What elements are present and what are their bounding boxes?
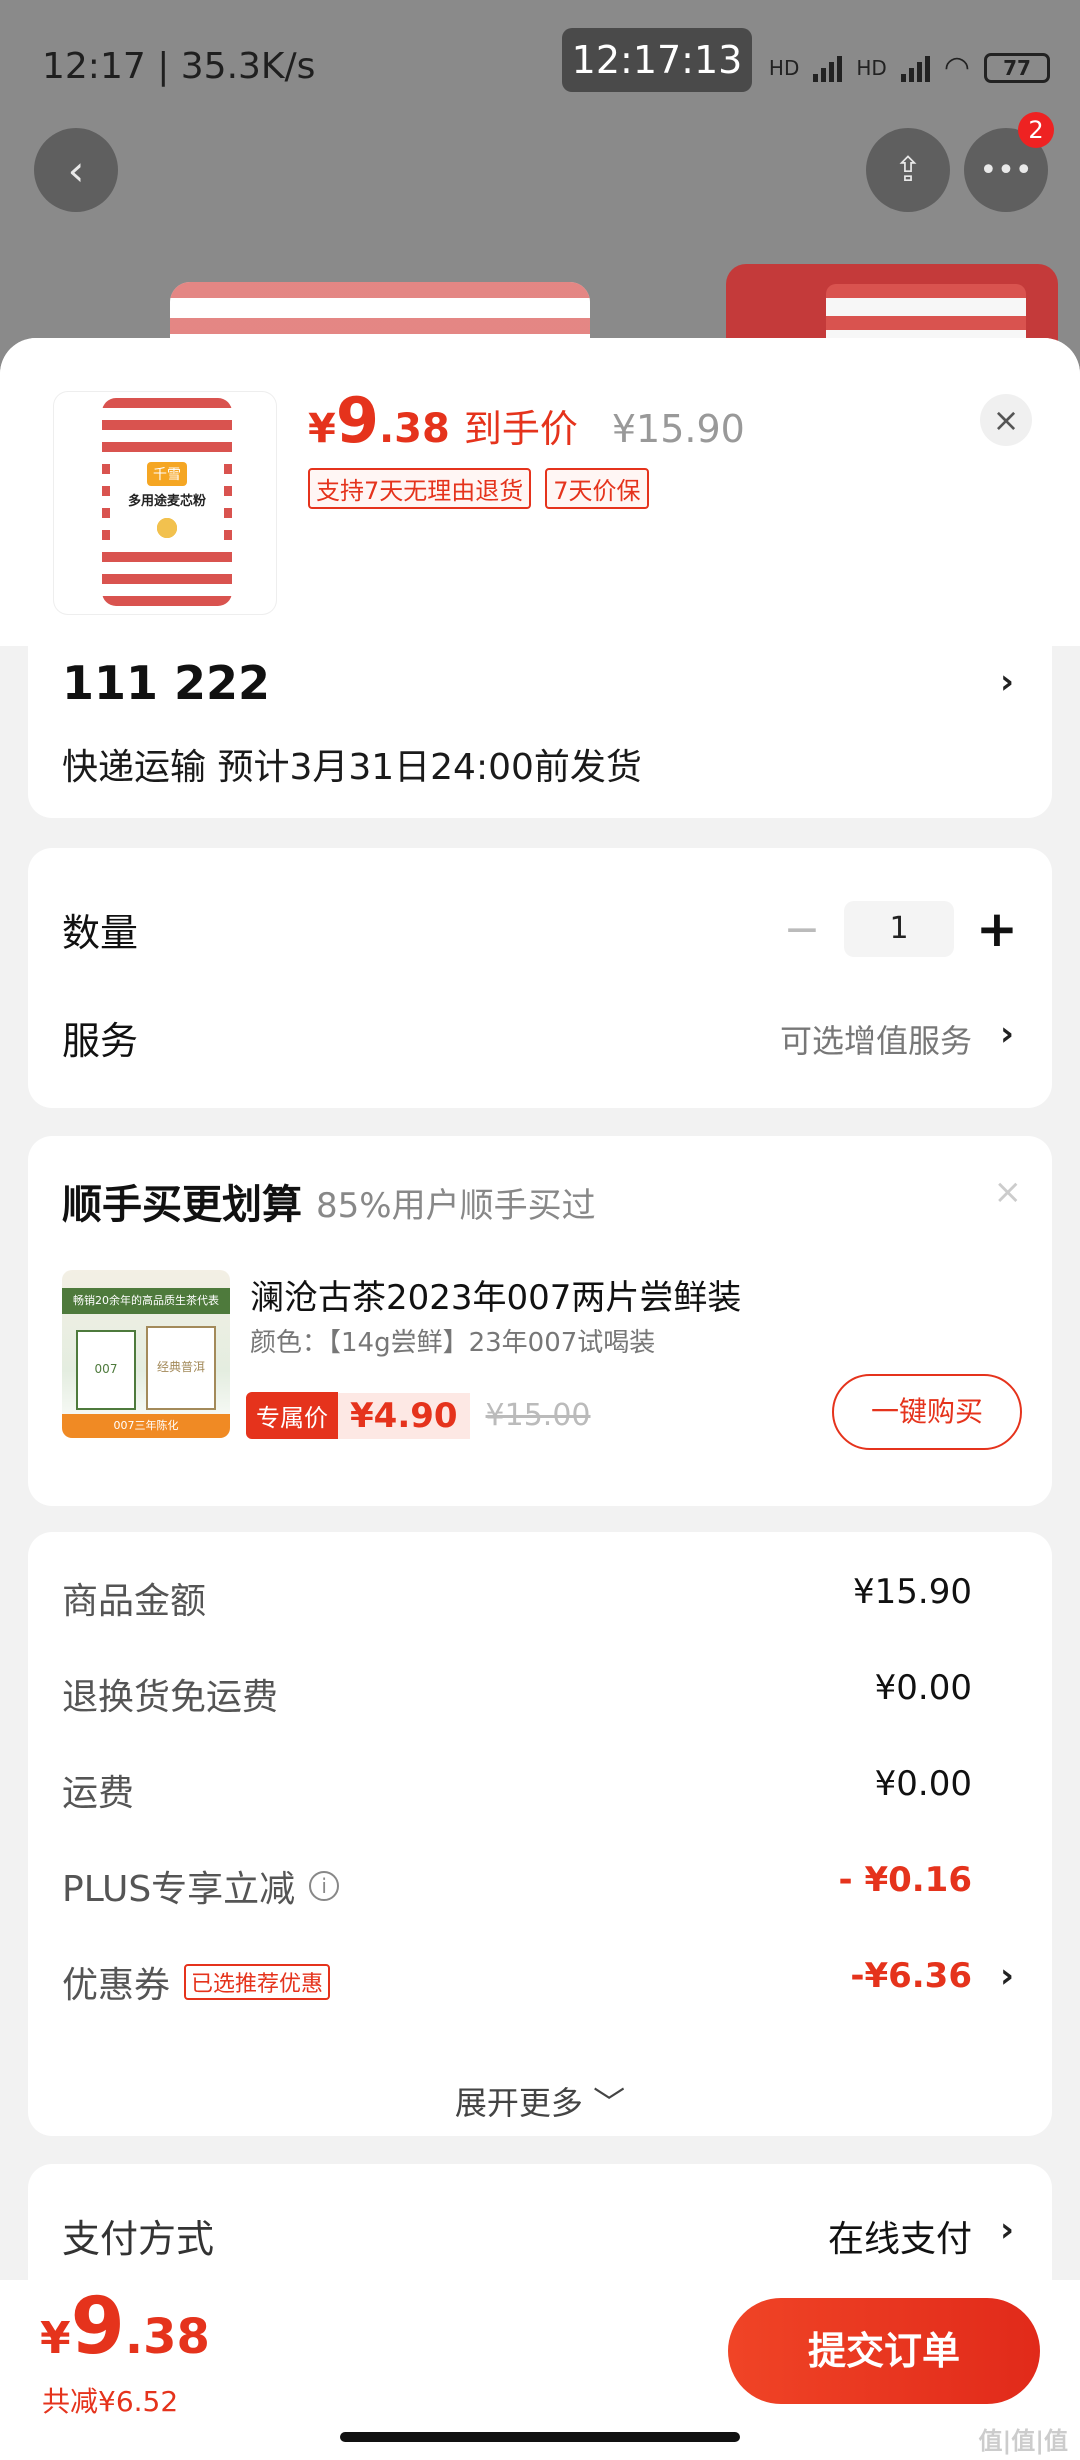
total-saved: 共减¥6.52 [42,2385,179,2418]
summary-value: -¥6.36 [850,1956,972,1996]
upsell-img-bottom: 007三年陈化 [62,1414,230,1438]
upsell-img-strip: 畅销20余年的高品质生茶代表 [62,1288,230,1314]
quantity-label: 数量 [62,911,139,955]
flour-bag-icon: 千雪 多用途麦芯粉 [102,398,232,606]
order-sheet: 千雪 多用途麦芯粉 ¥ 9 .38 到手价 ¥15.90 支持7天无理由退货 7… [0,338,1080,2460]
tag-price-protect: 7天价保 [545,468,649,509]
battery-icon: 77 [984,52,1050,83]
summary-row: 商品金额 ¥15.90 [62,1564,1018,1624]
info-icon[interactable]: i [309,1871,340,1901]
chevron-right-icon[interactable]: › [1000,1014,1014,1054]
upsell-subtitle: 85%用户顺手买过 [316,1186,596,1226]
quantity-stepper: − 1 + [782,900,1018,958]
brand-logo: 千雪 [147,462,187,486]
decrement-button[interactable]: − [782,904,822,955]
more-button[interactable]: ••• 2 [964,112,1054,212]
status-time-speed: 12:17 | 35.3K/s [42,46,316,87]
original-price: ¥15.90 [611,407,745,451]
quantity-input[interactable]: 1 [844,901,954,957]
upsell-original-price: ¥15.00 [485,1398,591,1433]
tea-box-icon: 007 [76,1330,136,1410]
status-icons: HD HD ◠ 77 [769,50,1050,85]
chevron-left-icon: ‹ [67,145,85,195]
payment-label: 支付方式 [62,2217,215,2261]
price-currency: ¥ [308,406,336,452]
shipping-info: 快递运输 预计3月31日24:00前发货 [62,747,642,788]
bag-name: 多用途麦芯粉 [127,494,206,509]
share-icon: ⇪ [893,150,923,190]
bottom-bar: ¥ 9 .38 共减¥6.52 提交订单 值|值|值 [0,2280,1080,2460]
summary-value: ¥15.90 [853,1572,972,1612]
summary-value: ¥0.00 [874,1668,972,1708]
summary-key: 运费 [62,1773,135,1814]
quantity-service-card: 数量 − 1 + 服务 可选增值服务 › [28,848,1052,1108]
tea-box-icon: 经典普洱 [146,1326,216,1410]
more-icon: ••• [979,152,1033,188]
submit-order-button[interactable]: 提交订单 [728,2298,1040,2404]
summary-key: 优惠券 已选推荐优惠 [62,1956,331,2008]
total-decimal: .38 [124,2309,210,2365]
exclusive-price-flag: 专属价 [246,1392,338,1439]
total-integer: 9 [70,2282,125,2372]
summary-row-plus: PLUS专享立减 i - ¥0.16 [62,1852,1018,1912]
summary-row: 退换货免运费 ¥0.00 [62,1660,1018,1720]
one-click-buy-button[interactable]: 一键购买 [832,1374,1022,1450]
close-button[interactable]: × [980,394,1032,446]
tea-box-label-2: 经典普洱 [156,1360,205,1374]
summary-value: ¥0.00 [874,1764,972,1804]
address-name: 111 222 [62,656,271,710]
signal-icon [813,54,843,82]
upsell-close-icon[interactable]: × [994,1172,1023,1212]
upsell-price-value: ¥4.90 [338,1392,470,1439]
back-button[interactable]: ‹ [34,128,118,212]
tea-box-label: 007 [94,1362,118,1376]
upsell-title: 顺手买更划算 [62,1182,302,1228]
status-clock: 12:17:13 [562,28,752,92]
summary-key: PLUS专享立减 i [62,1860,340,1912]
address-card[interactable]: 111 222 快递运输 预计3月31日24:00前发货 › [28,628,1052,818]
wifi-icon: ◠ [943,50,970,85]
total-currency: ¥ [40,2313,71,2364]
product-image[interactable]: 千雪 多用途麦芯粉 [54,392,276,614]
chevron-right-icon: › [999,2210,1014,2250]
hd-label-2: HD [856,55,887,80]
tag-return: 支持7天无理由退货 [308,468,532,509]
upsell-card: 顺手买更划算 85%用户顺手买过 × 畅销20余年的高品质生茶代表 007 经典… [28,1136,1052,1506]
chevron-right-icon: › [999,662,1014,702]
summary-row: 运费 ¥0.00 [62,1756,1018,1816]
close-icon: × [992,401,1020,439]
price-summary-card: 商品金额 ¥15.90 退换货免运费 ¥0.00 运费 ¥0.00 PLUS专享… [28,1532,1052,2136]
hd-label: HD [768,55,800,80]
wheat-icon [147,513,187,543]
signal-icon-2 [900,54,930,82]
home-indicator[interactable] [340,2432,740,2442]
sheet-header: 千雪 多用途麦芯粉 ¥ 9 .38 到手价 ¥15.90 支持7天无理由退货 7… [0,338,1080,646]
share-button[interactable]: ⇪ [866,128,950,212]
notification-badge: 2 [1018,112,1054,148]
service-label: 服务 [62,1019,139,1063]
upsell-product-name[interactable]: 澜沧古茶2023年007两片尝鲜装 [250,1270,741,1319]
increment-button[interactable]: + [976,900,1018,958]
upsell-price: 专属价 ¥4.90 ¥15.00 [246,1392,591,1439]
total-price: ¥ 9 .38 [40,2288,210,2366]
summary-row-coupon[interactable]: 优惠券 已选推荐优惠 -¥6.36 › [62,1948,1018,2008]
expand-more-button[interactable]: 展开更多 ﹀ [28,2078,1052,2124]
product-tags: 支持7天无理由退货 7天价保 [308,468,649,509]
coupon-tag: 已选推荐优惠 [184,1964,331,2000]
summary-key: 商品金额 [62,1581,207,1622]
payment-value: 在线支付 [827,2219,972,2260]
summary-value: - ¥0.16 [838,1860,973,1900]
price-integer: 9 [335,384,379,457]
price-label: 到手价 [463,407,578,451]
price-row: ¥ 9 .38 到手价 ¥15.90 [308,390,745,453]
price-decimal: .38 [378,406,450,452]
upsell-product-spec: 颜色：【14g尝鲜】23年007试喝装 [250,1328,656,1358]
upsell-image[interactable]: 畅销20余年的高品质生茶代表 007 经典普洱 007三年陈化 [62,1270,230,1438]
watermark: 值|值|值 [978,2427,1068,2455]
service-value[interactable]: 可选增值服务 [780,1016,972,1062]
summary-key: 退换货免运费 [62,1677,279,1718]
status-bar: 12:17 | 35.3K/s 12:17:13 HD HD ◠ 77 [0,0,1080,130]
chevron-right-icon: › [999,1956,1014,1996]
